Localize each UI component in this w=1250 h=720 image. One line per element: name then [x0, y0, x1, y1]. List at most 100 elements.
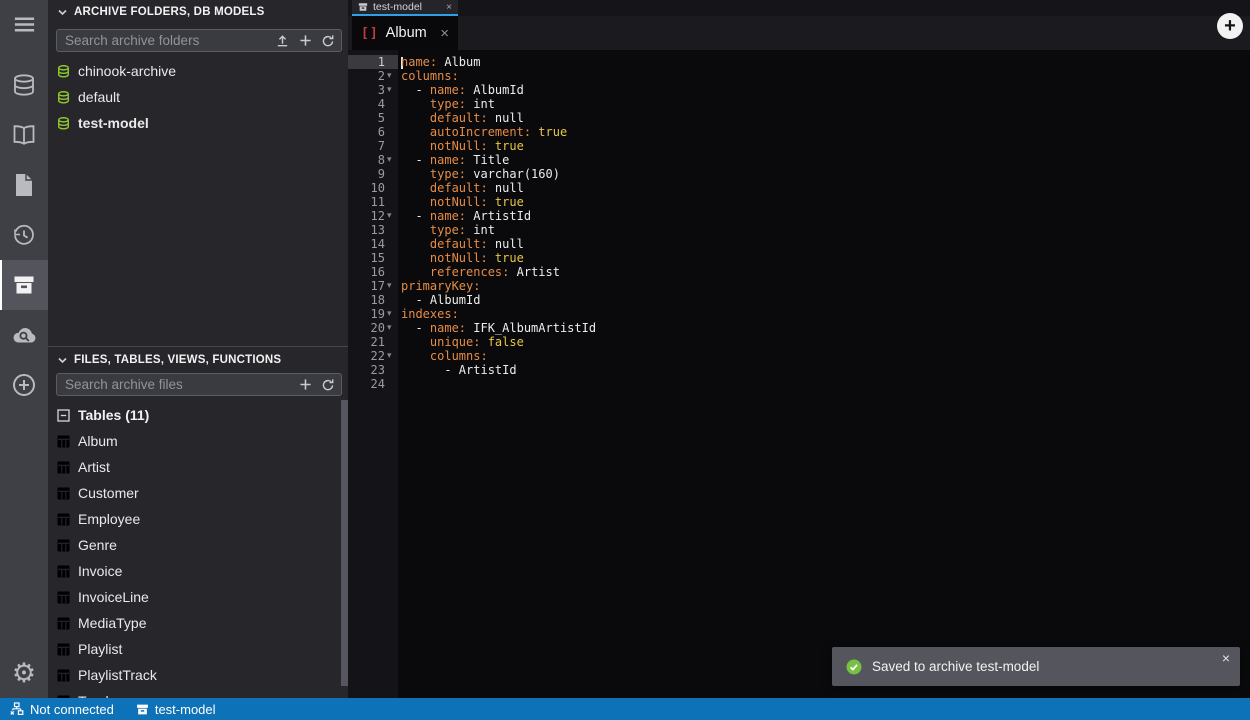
code-line[interactable]: 18 - AlbumId	[348, 293, 1250, 307]
code-line[interactable]: 2▾columns:	[348, 69, 1250, 83]
fold-arrow-icon[interactable]: ▾	[385, 153, 398, 167]
line-number: 15	[348, 251, 398, 265]
code-line[interactable]: 11 notNull: true	[348, 195, 1250, 209]
code-line[interactable]: 20▾ - name: IFK_AlbumArtistId	[348, 321, 1250, 335]
code-line[interactable]: 21 unique: false	[348, 335, 1250, 349]
files-header[interactable]: FILES, TABLES, VIEWS, FUNCTIONS	[48, 347, 348, 373]
fold-arrow-icon[interactable]: ▾	[385, 209, 398, 223]
code-text: notNull: true	[398, 139, 524, 153]
database-icon	[57, 65, 70, 78]
refresh-icon[interactable]	[321, 34, 335, 48]
table-item[interactable]: Invoice	[48, 558, 348, 584]
check-circle-icon	[846, 659, 862, 675]
scrollbar[interactable]	[341, 400, 348, 686]
menu-icon[interactable]	[0, 0, 48, 48]
code-text: primaryKey:	[398, 279, 480, 293]
table-item[interactable]: Artist	[48, 454, 348, 480]
toast-close-icon[interactable]: ×	[1222, 650, 1230, 666]
database-icon[interactable]	[0, 60, 48, 110]
code-line[interactable]: 24	[348, 377, 1250, 391]
archive-icon[interactable]	[0, 260, 48, 310]
database-icon	[57, 117, 70, 130]
code-line[interactable]: 4 type: int	[348, 97, 1250, 111]
table-item[interactable]: InvoiceLine	[48, 584, 348, 610]
code-line[interactable]: 15 notNull: true	[348, 251, 1250, 265]
tab-label: test-model	[373, 1, 441, 13]
code-text: default: null	[398, 181, 524, 195]
code-line[interactable]: 22▾ columns:	[348, 349, 1250, 363]
add-circle-icon[interactable]	[0, 360, 48, 410]
code-line[interactable]: 9 type: varchar(160)	[348, 167, 1250, 181]
table-icon	[57, 539, 70, 552]
table-item[interactable]: Playlist	[48, 636, 348, 662]
tab-test-model[interactable]: test-model ×	[352, 0, 458, 16]
table-item[interactable]: Album	[48, 428, 348, 454]
tables-group-label: Tables (11)	[78, 407, 149, 423]
cloud-search-icon[interactable]	[0, 310, 48, 360]
yaml-editor[interactable]: 1name: Album2▾columns:3▾ - name: AlbumId…	[348, 50, 1250, 698]
table-item[interactable]: MediaType	[48, 610, 348, 636]
code-line[interactable]: 1name: Album	[348, 55, 1250, 69]
code-text: unique: false	[398, 335, 524, 349]
book-icon[interactable]	[0, 110, 48, 160]
plus-icon[interactable]	[299, 34, 312, 47]
file-icon[interactable]	[0, 160, 48, 210]
code-line[interactable]: 17▾primaryKey:	[348, 279, 1250, 293]
sidebar-panel: ARCHIVE FOLDERS, DB MODELS chinook-archi…	[48, 0, 348, 698]
archive-folder-item[interactable]: test-model	[48, 110, 348, 136]
code-line[interactable]: 5 default: null	[348, 111, 1250, 125]
close-icon[interactable]: ×	[440, 25, 449, 42]
code-line[interactable]: 6 autoIncrement: true	[348, 125, 1250, 139]
fold-slot	[385, 293, 398, 307]
database-icon	[57, 91, 70, 104]
code-text: autoIncrement: true	[398, 125, 567, 139]
fold-arrow-icon[interactable]: ▾	[385, 69, 398, 83]
table-icon	[57, 461, 70, 474]
code-text: - AlbumId	[398, 293, 480, 307]
table-item[interactable]: Customer	[48, 480, 348, 506]
code-line[interactable]: 16 references: Artist	[348, 265, 1250, 279]
code-line[interactable]: 10 default: null	[348, 181, 1250, 195]
code-line[interactable]: 8▾ - name: Title	[348, 153, 1250, 167]
fold-arrow-icon[interactable]: ▾	[385, 321, 398, 335]
tables-group-header[interactable]: Tables (11)	[48, 402, 348, 428]
table-item[interactable]: Genre	[48, 532, 348, 558]
line-number: 21	[348, 335, 398, 349]
fold-slot	[385, 195, 398, 209]
files-panel: FILES, TABLES, VIEWS, FUNCTIONS Tables (…	[48, 347, 348, 698]
table-icon	[57, 669, 70, 682]
files-search-box	[56, 373, 342, 396]
plus-icon[interactable]	[299, 378, 312, 391]
fold-arrow-icon[interactable]: ▾	[385, 279, 398, 293]
table-icon	[57, 617, 70, 630]
history-icon[interactable]	[0, 210, 48, 260]
fold-arrow-icon[interactable]: ▾	[385, 307, 398, 321]
fold-arrow-icon[interactable]: ▾	[385, 83, 398, 97]
fold-slot	[385, 167, 398, 181]
refresh-icon[interactable]	[321, 378, 335, 392]
code-line[interactable]: 14 default: null	[348, 237, 1250, 251]
table-item[interactable]: Employee	[48, 506, 348, 532]
archive-folder-item[interactable]: chinook-archive	[48, 58, 348, 84]
code-line[interactable]: 3▾ - name: AlbumId	[348, 83, 1250, 97]
archive-folders-header[interactable]: ARCHIVE FOLDERS, DB MODELS	[48, 0, 348, 24]
table-item[interactable]: PlaylistTrack	[48, 662, 348, 688]
code-line[interactable]: 13 type: int	[348, 223, 1250, 237]
model-status[interactable]: test-model	[136, 702, 216, 717]
code-line[interactable]: 23 - ArtistId	[348, 363, 1250, 377]
fold-arrow-icon[interactable]: ▾	[385, 349, 398, 363]
gear-icon[interactable]: ⚙	[0, 648, 48, 698]
table-label: Invoice	[78, 563, 122, 579]
upload-icon[interactable]	[275, 33, 290, 48]
table-item[interactable]: Track	[48, 688, 348, 698]
tab-album[interactable]: [] Album ×	[352, 16, 458, 50]
connection-status[interactable]: Not connected	[9, 702, 114, 717]
code-line[interactable]: 19▾indexes:	[348, 307, 1250, 321]
archive-folder-item[interactable]: default	[48, 84, 348, 110]
archive-icon	[358, 2, 368, 12]
new-tab-button[interactable]: +	[1217, 13, 1243, 39]
close-icon[interactable]: ×	[446, 2, 452, 13]
line-number: 8▾	[348, 153, 398, 167]
code-line[interactable]: 7 notNull: true	[348, 139, 1250, 153]
code-line[interactable]: 12▾ - name: ArtistId	[348, 209, 1250, 223]
